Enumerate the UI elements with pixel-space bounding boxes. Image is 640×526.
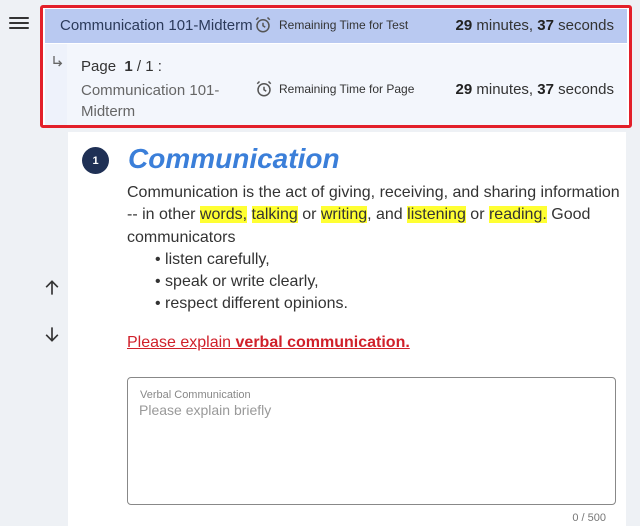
highlight: talking bbox=[251, 206, 298, 224]
arrow-up-icon[interactable] bbox=[42, 278, 62, 298]
question-prompt: Please explain verbal communication. bbox=[127, 334, 410, 351]
arrow-down-icon[interactable] bbox=[42, 324, 62, 344]
bullet-list: listen carefully, speak or write clearly… bbox=[155, 249, 623, 316]
alarm-clock-icon bbox=[256, 80, 272, 97]
character-count: 0 / 500 bbox=[572, 512, 606, 524]
question-body: Communication is the act of giving, rece… bbox=[127, 182, 623, 316]
question-title: Communication bbox=[128, 143, 340, 174]
answer-input[interactable] bbox=[139, 402, 604, 498]
page-remaining-time: 29 minutes, 37 seconds bbox=[455, 81, 614, 98]
page-indicator: Page 1 / 1 : bbox=[81, 58, 162, 75]
timer-panel: Communication 101-Midterm Remaining Time… bbox=[40, 5, 632, 128]
list-item: speak or write clearly, bbox=[155, 271, 623, 293]
list-item: respect different opinions. bbox=[155, 293, 623, 315]
test-remaining-time: 29 minutes, 37 seconds bbox=[455, 17, 614, 34]
page-remaining-label: Remaining Time for Page bbox=[279, 82, 415, 96]
question-card: 1 Communication Communication is the act… bbox=[68, 132, 626, 526]
highlight: listening bbox=[407, 206, 466, 224]
question-number: 1 bbox=[82, 147, 109, 174]
highlight: reading. bbox=[488, 206, 547, 224]
menu-icon[interactable] bbox=[9, 14, 29, 34]
highlight: words, bbox=[199, 206, 248, 224]
page-name: Communication 101-Midterm bbox=[81, 82, 220, 120]
test-timer-bar: Communication 101-Midterm Remaining Time… bbox=[45, 9, 627, 43]
page-block: Page 1 / 1 : Communication 101-Midterm R… bbox=[67, 44, 627, 125]
list-item: listen carefully, bbox=[155, 249, 623, 271]
page-timer-row: Page 1 / 1 : Communication 101-Midterm R… bbox=[45, 44, 627, 125]
answer-field[interactable]: Verbal Communication bbox=[127, 377, 616, 505]
alarm-clock-icon bbox=[255, 16, 271, 33]
answer-label: Verbal Communication bbox=[140, 389, 251, 401]
highlight: writing bbox=[320, 206, 368, 224]
test-title: Communication 101-Midterm bbox=[60, 17, 253, 34]
subdirectory-arrow-icon bbox=[53, 56, 63, 67]
test-remaining-label: Remaining Time for Test bbox=[279, 18, 409, 32]
